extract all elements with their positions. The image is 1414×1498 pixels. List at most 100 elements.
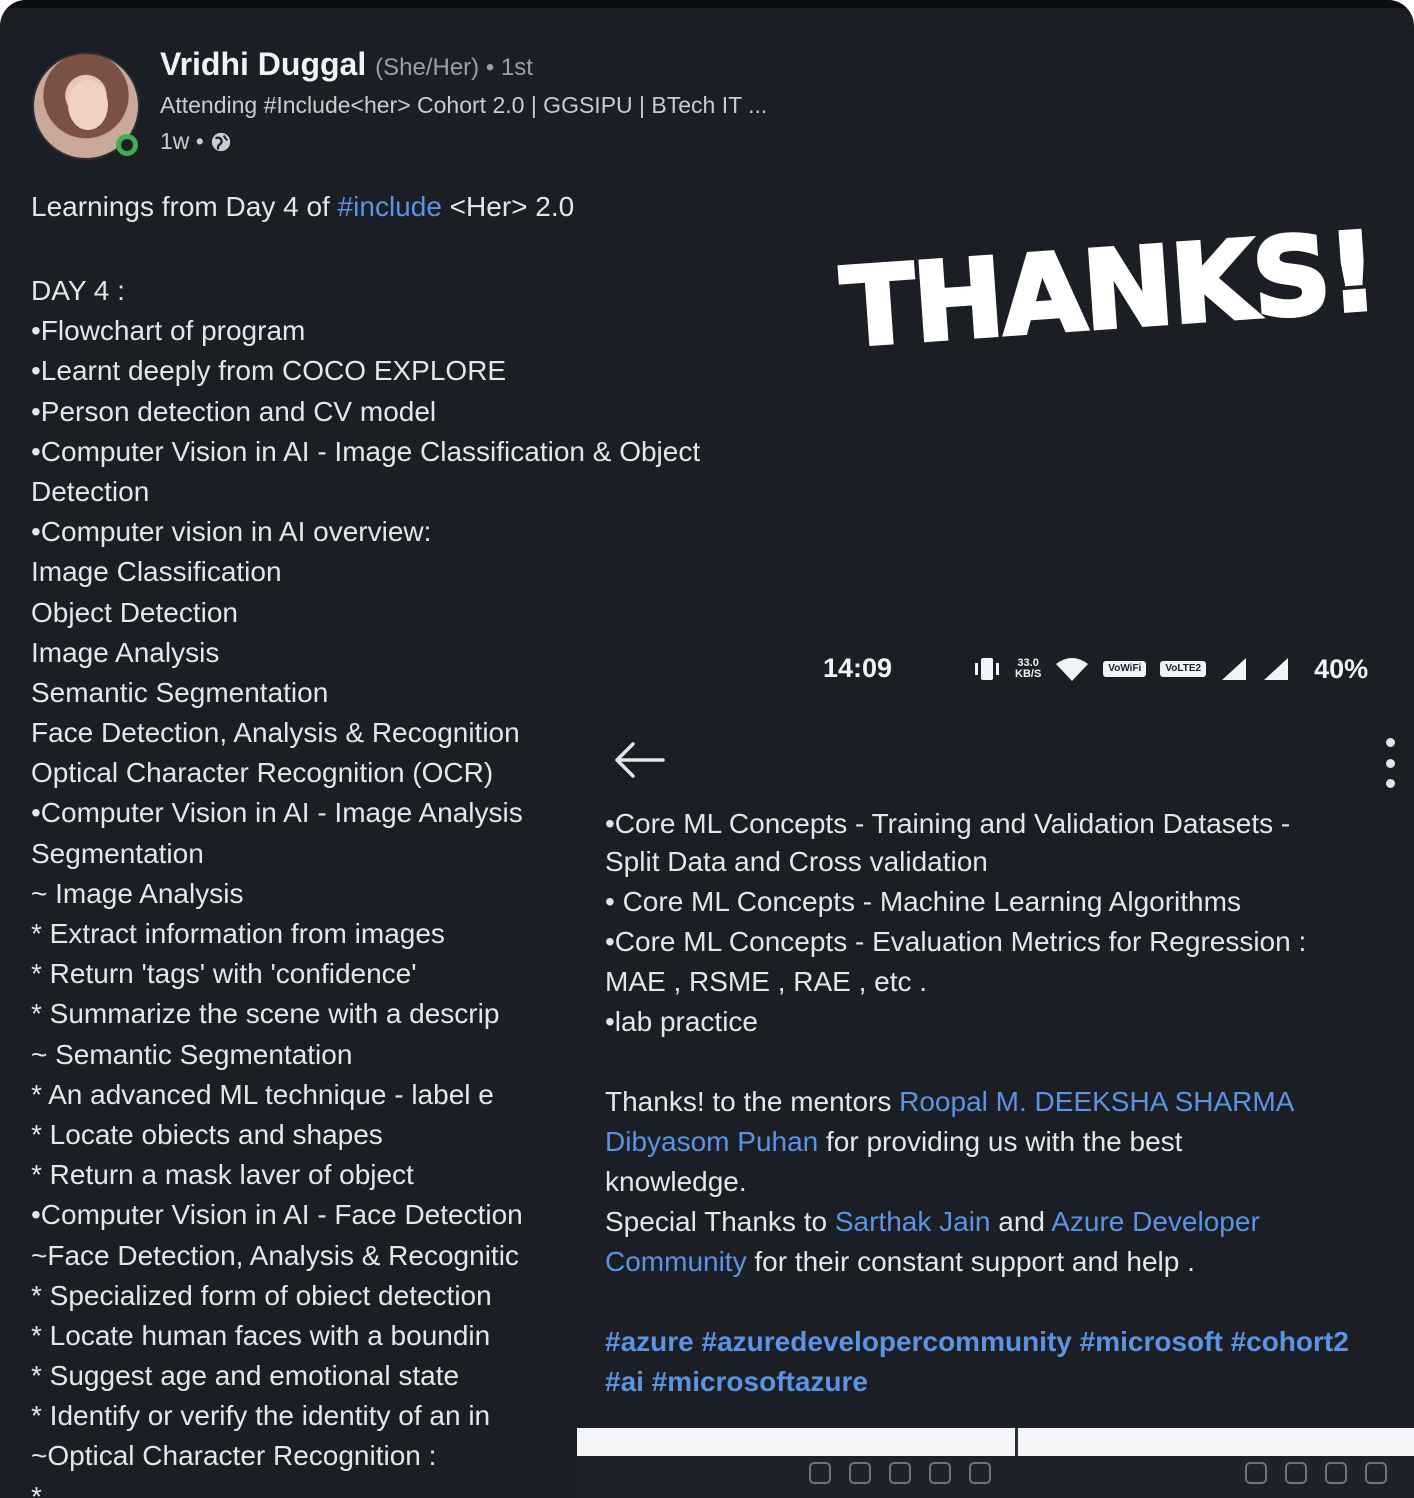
nav-chat-icon-2[interactable] [1245, 1462, 1267, 1484]
nav-view-icon[interactable] [969, 1462, 991, 1484]
online-status-icon [116, 134, 138, 156]
thanks-line: Dibyasom Puhan for providing us with the… [605, 1122, 1411, 1162]
hashtag-ai[interactable]: #ai [605, 1366, 644, 1397]
hashtag-microsoft[interactable]: #microsoft [1080, 1326, 1223, 1357]
wifi-icon [1056, 658, 1089, 681]
post-body-left: DAY 4 : •Flowchart of program •Learnt de… [31, 271, 700, 1498]
author-pronouns: (She/Her) • 1st [375, 54, 533, 81]
globe-icon [211, 132, 231, 151]
back-arrow-icon[interactable] [613, 740, 665, 780]
thanks-sticker-text: THANKS! [836, 208, 1382, 374]
body-line: * Locate obiects and shapes [31, 1118, 383, 1150]
intro-prefix: Learnings from Day 4 of [31, 191, 338, 222]
body-line: • Core ML Concepts - Machine Learning Al… [605, 886, 1241, 917]
special-thanks-line: Special Thanks to Sarthak Jain and Azure… [605, 1202, 1411, 1242]
body-line: ~ Image Analysis [31, 877, 244, 909]
body-line: •Person detection and CV model [31, 395, 437, 427]
mention-dibyasom[interactable]: Dibyasom Puhan [605, 1126, 818, 1157]
body-line: •Computer Vision in AI - Image Classific… [31, 435, 701, 467]
thanks-text: for providing us with the best [818, 1126, 1183, 1157]
body-line: * Extract information from images [31, 918, 445, 949]
post-meta: 1w • [160, 128, 232, 155]
post-intro: Learnings from Day 4 of #include <Her> 2… [31, 191, 574, 223]
author-name-text[interactable]: Vridhi Duggal [160, 46, 366, 82]
avatar-face [68, 80, 108, 130]
hashtag-microsoftazure[interactable]: #microsoftazure [652, 1366, 868, 1397]
body-line: •Core ML Concepts - Training and Validat… [605, 812, 1411, 842]
body-line: * Return a mask laver of object [31, 1159, 414, 1191]
hashtag-azure[interactable]: #azure [605, 1326, 694, 1357]
bottom-strip [577, 1428, 1414, 1456]
vowifi-icon: VoWiFi [1103, 661, 1147, 677]
thanks-sticker: THANKS! [836, 208, 1382, 390]
divider [1015, 1428, 1018, 1456]
hashtag-include[interactable]: #include [338, 191, 442, 222]
body-line: MAE , RSME , RAE , etc . [605, 966, 928, 997]
mention-roopal[interactable]: Roopal M. [899, 1086, 1027, 1117]
special-thanks-suffix: for their constant support and help . [746, 1246, 1195, 1277]
body-line: * Suggest age and emotional state [31, 1360, 460, 1392]
phone-screenshot-overlay: 14:09 33.0 KB/S VoWiFi VoLTE2 40% •Core … [577, 640, 1414, 1498]
body-line: •Core ML Concepts - Evaluation Metrics f… [605, 926, 1307, 957]
author-name[interactable]: Vridhi Duggal (She/Her) • 1st [160, 46, 533, 83]
nav-icons-left [809, 1462, 991, 1484]
more-options-icon[interactable] [1383, 738, 1397, 788]
intro-suffix: <Her> 2.0 [441, 191, 575, 222]
body-line: * Identify or verify the identity of an … [31, 1400, 491, 1432]
nav-people-icon[interactable] [849, 1462, 871, 1484]
body-line: * [31, 1480, 42, 1498]
body-line-text: •Core ML Concepts - Training and Validat… [605, 812, 1291, 839]
body-line: Image Classification [31, 556, 282, 588]
body-line: Face Detection, Analysis & Recognition [31, 717, 520, 749]
thanks-line: Thanks! to the mentors Roopal M. DEEKSHA… [605, 1082, 1411, 1122]
body-line: DAY 4 : [31, 275, 125, 306]
mention-deeksha[interactable]: DEEKSHA SHARMA [1035, 1086, 1295, 1117]
body-line: •Computer Vision in AI - Face Detection [31, 1199, 523, 1231]
hashtags-line: #azure #azuredevelopercommunity #microso… [605, 1322, 1411, 1362]
body-line: ~ Semantic Segmentation [31, 1038, 353, 1070]
author-headline: Attending #Include<her> Cohort 2.0 | GGS… [160, 92, 768, 118]
vibrate-icon [975, 658, 999, 680]
and-text: and [990, 1206, 1052, 1237]
mention-azure-dev-community-cont[interactable]: Community [605, 1246, 747, 1277]
network-speed: 33.0 KB/S [1015, 658, 1041, 680]
hashtag-cohort2[interactable]: #cohort2 [1231, 1326, 1349, 1357]
body-line: ~Optical Character Recognition : [31, 1440, 437, 1472]
volte2-icon: VoLTE2 [1160, 661, 1207, 677]
hashtag-azuredevelopercommunity[interactable]: #azuredevelopercommunity [702, 1326, 1072, 1357]
signal-icon-2 [1264, 658, 1289, 680]
body-line: Image Analysis [31, 636, 220, 668]
thanks-line: knowledge. [605, 1166, 747, 1197]
mention-azure-dev-community[interactable]: Azure Developer [1051, 1206, 1260, 1237]
status-time: 14:09 [823, 653, 893, 683]
nav-react-icon[interactable] [929, 1462, 951, 1484]
nav-icons-right [1245, 1462, 1387, 1484]
body-line: •Learnt deeply from COCO EXPLORE [31, 355, 507, 387]
post-time: 1w • [160, 128, 204, 154]
body-line: Detection [31, 475, 150, 507]
body-line: * An advanced ML technique - label e [31, 1078, 494, 1110]
body-line: * Summarize the scene with a descrip [31, 998, 500, 1030]
special-thanks-prefix: Special Thanks to [605, 1206, 835, 1237]
nav-notes-icon[interactable] [889, 1462, 911, 1484]
hashtags-line: #ai #microsoftazure [605, 1362, 1411, 1402]
thanks-prefix: Thanks! to the mentors [605, 1086, 900, 1117]
mention-sarthak[interactable]: Sarthak Jain [835, 1206, 991, 1237]
post-screenshot: Vridhi Duggal (She/Her) • 1st Attending … [0, 0, 1414, 1498]
body-line: •Flowchart of program [31, 315, 306, 347]
nav-people-icon-2[interactable] [1285, 1462, 1307, 1484]
nav-chat-icon[interactable] [809, 1462, 831, 1484]
body-line: Optical Character Recognition (OCR) [31, 757, 494, 789]
body-line: •Computer vision in AI overview: [31, 516, 432, 548]
nav-react-icon-2[interactable] [1365, 1462, 1387, 1484]
body-line: * Return 'tags' with 'confidence' [31, 958, 417, 990]
battery-level: 40% [1314, 653, 1369, 684]
body-line: * Locate human faces with a boundin [31, 1319, 491, 1351]
network-speed-unit: KB/S [1015, 668, 1042, 680]
post-body-right: •Core ML Concepts - Training and Validat… [605, 812, 1411, 1402]
body-line: •lab practice [605, 1006, 758, 1037]
nav-notes-icon-2[interactable] [1325, 1462, 1347, 1484]
body-line: Object Detection [31, 596, 238, 628]
bottom-nav-bar [577, 1428, 1414, 1498]
status-icons: 33.0 KB/S VoWiFi VoLTE2 40% [973, 652, 1368, 686]
